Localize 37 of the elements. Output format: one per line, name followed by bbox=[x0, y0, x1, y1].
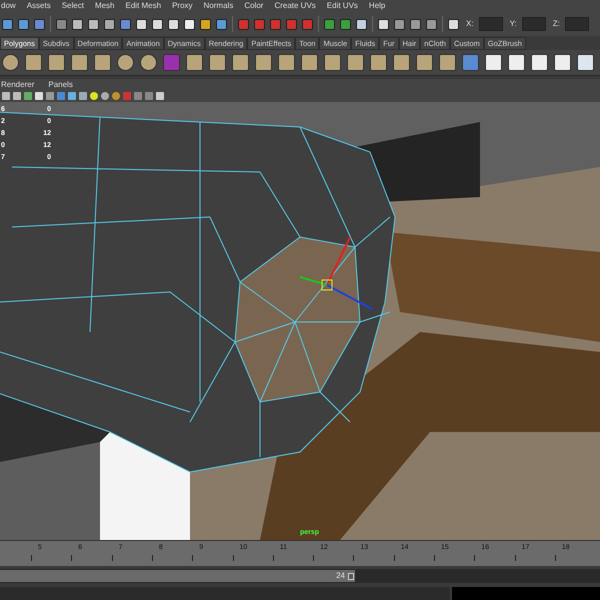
field-label: X: bbox=[466, 18, 474, 30]
tick-mark bbox=[514, 555, 516, 561]
field-label: Z: bbox=[552, 18, 560, 30]
range-slider-bar[interactable]: 24 bbox=[0, 570, 355, 582]
coordinate-field[interactable] bbox=[522, 17, 546, 31]
tick-mark bbox=[232, 555, 234, 561]
tick-mark bbox=[313, 555, 314, 561]
tick-mark bbox=[152, 555, 153, 561]
menu-item[interactable]: Normals bbox=[204, 2, 234, 10]
menu-item[interactable]: Panels bbox=[48, 80, 73, 88]
tick-mark bbox=[71, 555, 72, 561]
tick-mark bbox=[31, 555, 32, 561]
tick-mark bbox=[554, 555, 556, 561]
menu-item[interactable]: Renderer bbox=[1, 80, 34, 88]
range-end-value: 24 bbox=[336, 570, 345, 582]
coordinate-field[interactable] bbox=[478, 17, 503, 31]
menu-item[interactable]: Edit UVs bbox=[326, 2, 358, 10]
menu-item[interactable]: Edit Mesh bbox=[126, 2, 162, 10]
field-label: Y: bbox=[510, 18, 517, 30]
menu-item[interactable]: Help bbox=[368, 2, 386, 10]
tick-mark bbox=[272, 555, 274, 561]
menu-item[interactable]: Select bbox=[62, 2, 84, 10]
tick-mark bbox=[394, 555, 395, 561]
menu-item[interactable]: Assets bbox=[26, 2, 51, 10]
tick-mark bbox=[353, 555, 354, 561]
coordinate-field[interactable] bbox=[564, 17, 589, 31]
move-manipulator-icon[interactable] bbox=[300, 236, 372, 310]
menu-item[interactable]: dow bbox=[1, 2, 16, 10]
tick-mark bbox=[474, 555, 476, 561]
tick-mark bbox=[112, 555, 113, 561]
range-handle[interactable] bbox=[348, 572, 354, 580]
menu-item[interactable]: Mesh bbox=[94, 2, 114, 10]
tick-mark bbox=[192, 555, 194, 561]
menu-item[interactable]: Color bbox=[244, 2, 264, 10]
menu-item[interactable]: Proxy bbox=[172, 2, 193, 10]
tick-mark bbox=[434, 555, 435, 561]
menu-item[interactable]: Create UVs bbox=[274, 2, 316, 10]
